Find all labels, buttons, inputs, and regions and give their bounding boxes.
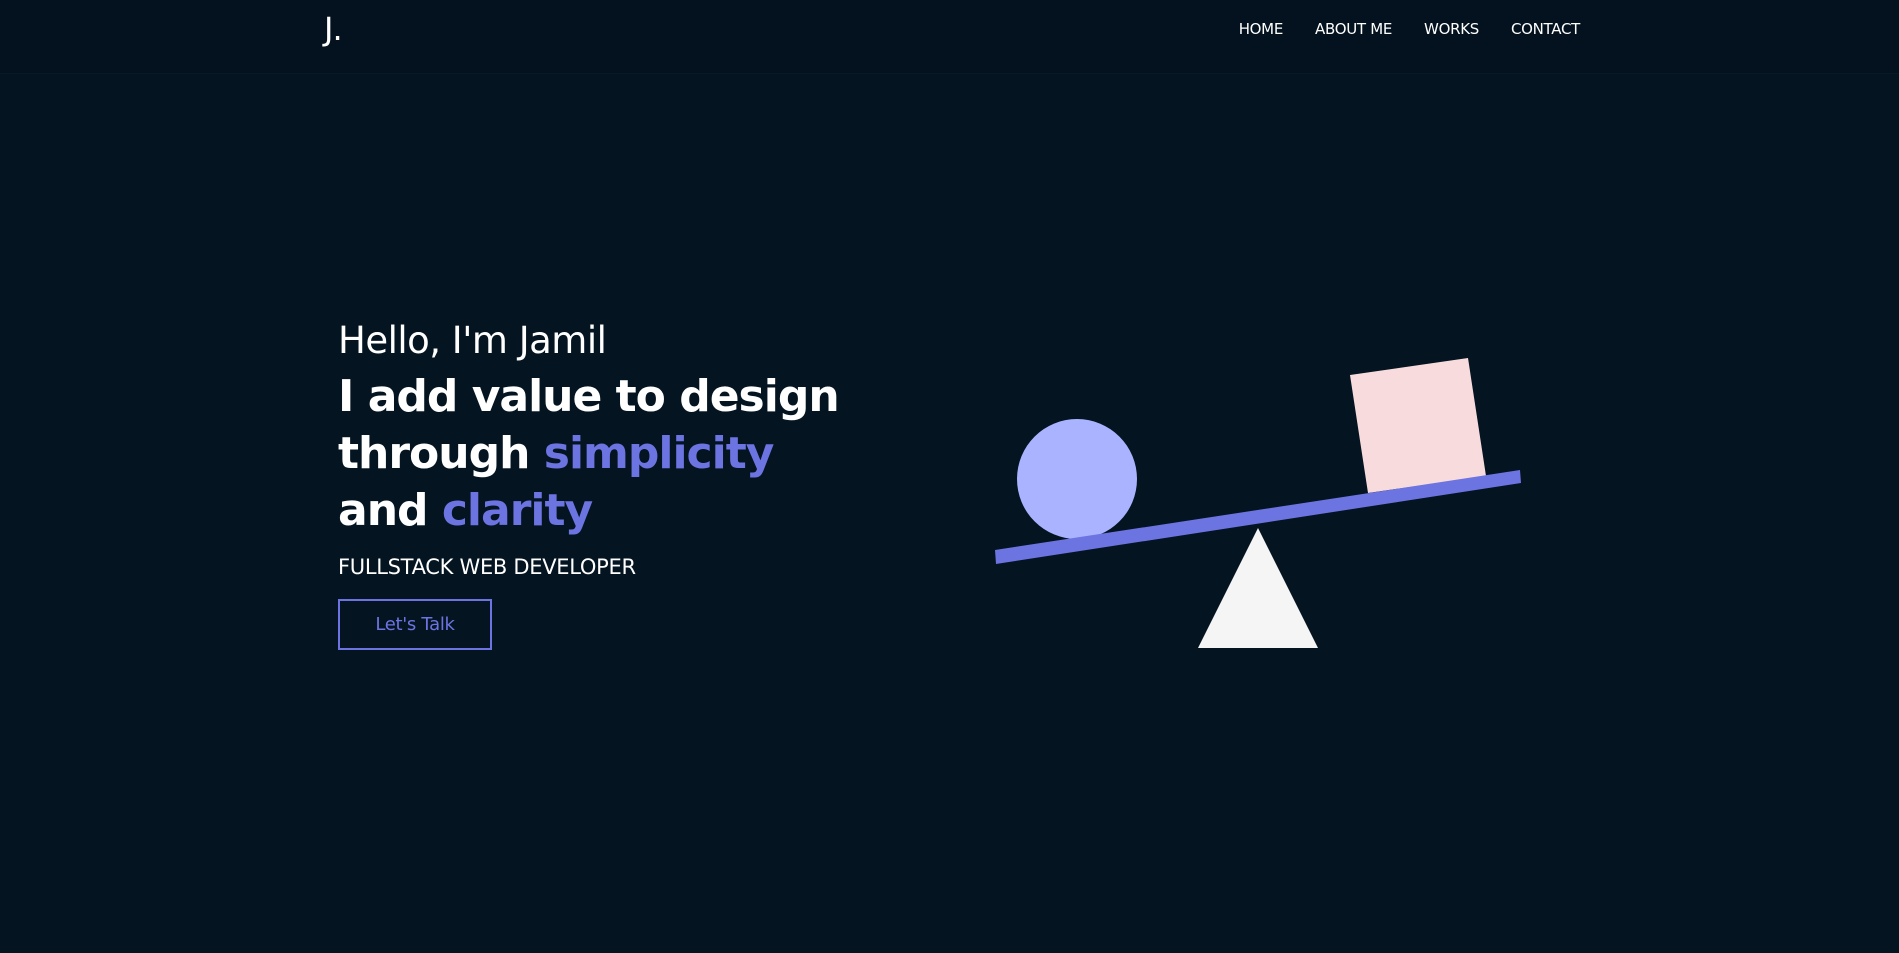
nav-home[interactable]: HOME — [1239, 20, 1284, 38]
headline-line-2-plain: through — [338, 428, 544, 479]
nav-contact[interactable]: CONTACT — [1511, 20, 1580, 38]
hero-headline: I add value to design through simplicity… — [338, 368, 958, 539]
headline-line-3-plain: and — [338, 485, 442, 536]
hero-role: FULLSTACK WEB DEVELOPER — [338, 555, 636, 579]
headline-line-1: I add value to design — [338, 371, 840, 422]
hero-section: Hello, I'm Jamil I add value to design t… — [338, 318, 958, 650]
headline-accent-simplicity: simplicity — [543, 428, 775, 479]
site-header: J. HOME ABOUT ME WORKS CONTACT — [0, 0, 1899, 74]
headline-accent-clarity: clarity — [441, 485, 593, 536]
seesaw-svg — [995, 358, 1521, 648]
lets-talk-button[interactable]: Let's Talk — [338, 599, 492, 650]
square-shape — [1350, 358, 1486, 493]
main-nav: HOME ABOUT ME WORKS CONTACT — [1239, 20, 1581, 38]
nav-about-me[interactable]: ABOUT ME — [1315, 20, 1392, 38]
circle-shape — [1017, 419, 1137, 539]
nav-works[interactable]: WORKS — [1424, 20, 1479, 38]
hero-greeting: Hello, I'm Jamil — [338, 319, 607, 362]
triangle-fulcrum-shape — [1198, 528, 1318, 648]
seesaw-illustration — [990, 350, 1530, 660]
logo[interactable]: J. — [324, 10, 343, 48]
